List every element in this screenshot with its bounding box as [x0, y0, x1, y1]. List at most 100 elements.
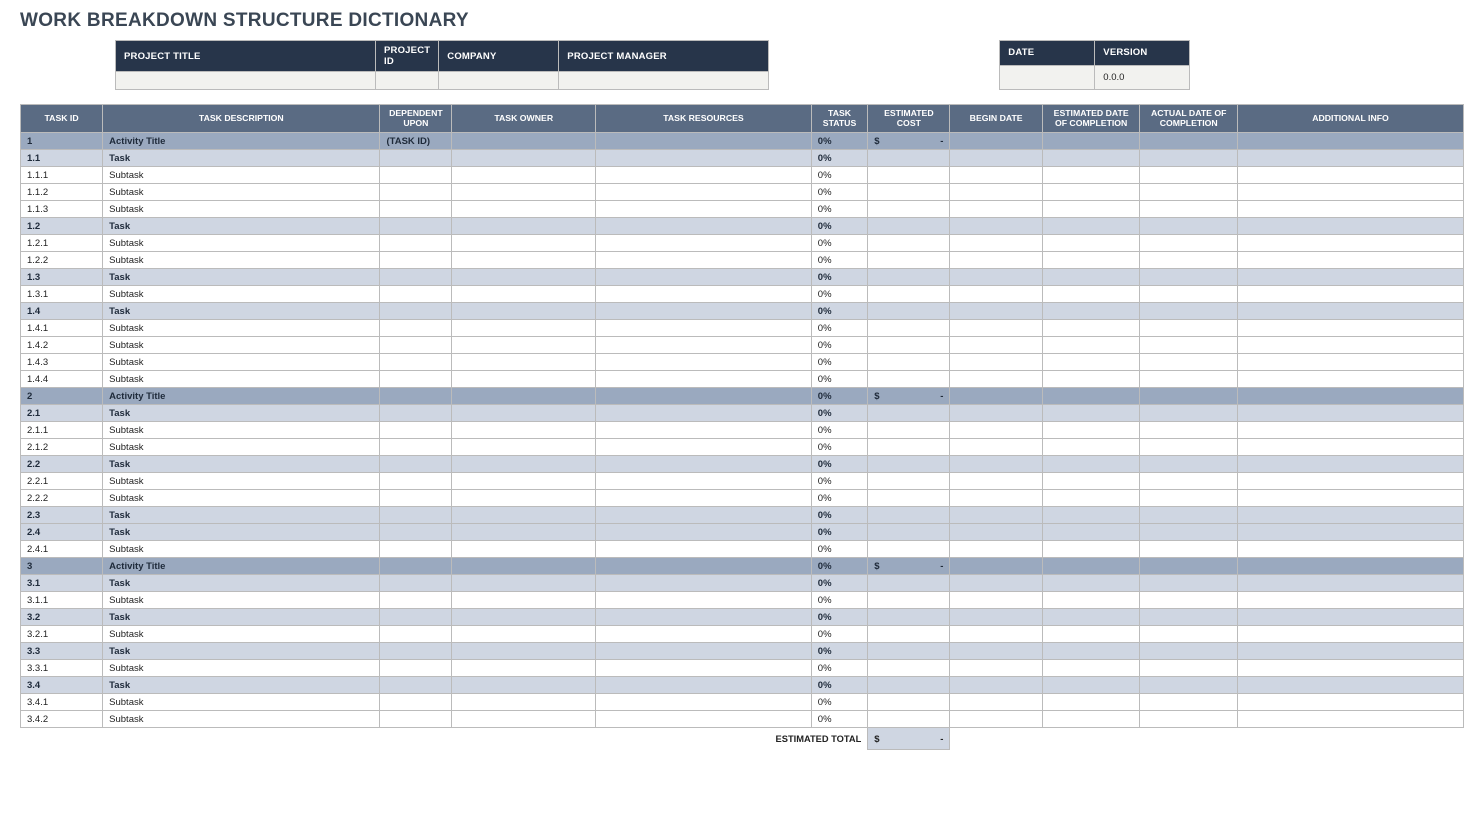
cell-act-date[interactable]: [1140, 371, 1238, 388]
cell-desc[interactable]: Subtask: [103, 660, 380, 677]
cell-est-date[interactable]: [1042, 677, 1140, 694]
cell-cost[interactable]: [868, 337, 950, 354]
cell-additional-info[interactable]: [1237, 252, 1463, 269]
cell-begin-date[interactable]: [950, 150, 1042, 167]
cell-dep[interactable]: [380, 473, 452, 490]
cell-est-date[interactable]: [1042, 456, 1140, 473]
cell-owner[interactable]: [452, 286, 596, 303]
cell-id[interactable]: 3.3.1: [21, 660, 103, 677]
cell-additional-info[interactable]: [1237, 405, 1463, 422]
cell-begin-date[interactable]: [950, 201, 1042, 218]
cell-resources[interactable]: [596, 252, 812, 269]
cell-resources[interactable]: [596, 524, 812, 541]
cell-act-date[interactable]: [1140, 541, 1238, 558]
cell-est-date[interactable]: [1042, 473, 1140, 490]
cell-status[interactable]: 0%: [811, 711, 867, 728]
cell-act-date[interactable]: [1140, 320, 1238, 337]
cell-additional-info[interactable]: [1237, 490, 1463, 507]
cell-cost[interactable]: [868, 541, 950, 558]
cell-id[interactable]: 2.1: [21, 405, 103, 422]
cell-dep[interactable]: [380, 371, 452, 388]
cell-owner[interactable]: [452, 184, 596, 201]
cell-additional-info[interactable]: [1237, 422, 1463, 439]
cell-begin-date[interactable]: [950, 660, 1042, 677]
cell-id[interactable]: 1.2: [21, 218, 103, 235]
cell-begin-date[interactable]: [950, 337, 1042, 354]
cell-id[interactable]: 2.3: [21, 507, 103, 524]
cell-id[interactable]: 1.3.1: [21, 286, 103, 303]
cell-resources[interactable]: [596, 167, 812, 184]
cell-act-date[interactable]: [1140, 269, 1238, 286]
cell-desc[interactable]: Activity Title: [103, 558, 380, 575]
cell-additional-info[interactable]: [1237, 133, 1463, 150]
cell-est-date[interactable]: [1042, 320, 1140, 337]
cell-status[interactable]: 0%: [811, 286, 867, 303]
cell-begin-date[interactable]: [950, 507, 1042, 524]
cell-cost[interactable]: [868, 286, 950, 303]
cell-desc[interactable]: Task: [103, 405, 380, 422]
cell-additional-info[interactable]: [1237, 507, 1463, 524]
cell-desc[interactable]: Task: [103, 303, 380, 320]
cell-act-date[interactable]: [1140, 490, 1238, 507]
cell-dep[interactable]: [380, 524, 452, 541]
cell-begin-date[interactable]: [950, 643, 1042, 660]
cell-begin-date[interactable]: [950, 490, 1042, 507]
cell-owner[interactable]: [452, 677, 596, 694]
cell-status[interactable]: 0%: [811, 371, 867, 388]
cell-status[interactable]: 0%: [811, 592, 867, 609]
cell-est-date[interactable]: [1042, 711, 1140, 728]
meta-value-company[interactable]: [439, 72, 559, 90]
cell-est-date[interactable]: [1042, 201, 1140, 218]
cell-owner[interactable]: [452, 201, 596, 218]
cell-desc[interactable]: Subtask: [103, 201, 380, 218]
cell-additional-info[interactable]: [1237, 660, 1463, 677]
cell-act-date[interactable]: [1140, 626, 1238, 643]
cell-dep[interactable]: [380, 592, 452, 609]
cell-dep[interactable]: [380, 609, 452, 626]
cell-begin-date[interactable]: [950, 303, 1042, 320]
cell-status[interactable]: 0%: [811, 252, 867, 269]
cell-begin-date[interactable]: [950, 711, 1042, 728]
cell-owner[interactable]: [452, 354, 596, 371]
cell-dep[interactable]: [380, 388, 452, 405]
cell-cost[interactable]: [868, 711, 950, 728]
cell-additional-info[interactable]: [1237, 150, 1463, 167]
cell-id[interactable]: 3.3: [21, 643, 103, 660]
cell-cost[interactable]: [868, 677, 950, 694]
cell-est-date[interactable]: [1042, 167, 1140, 184]
cell-est-date[interactable]: [1042, 218, 1140, 235]
cell-begin-date[interactable]: [950, 626, 1042, 643]
cell-owner[interactable]: [452, 150, 596, 167]
cell-desc[interactable]: Task: [103, 575, 380, 592]
cell-resources[interactable]: [596, 439, 812, 456]
cell-resources[interactable]: [596, 371, 812, 388]
cell-cost[interactable]: [868, 626, 950, 643]
cell-desc[interactable]: Subtask: [103, 184, 380, 201]
cell-resources[interactable]: [596, 388, 812, 405]
cell-additional-info[interactable]: [1237, 643, 1463, 660]
cell-desc[interactable]: Subtask: [103, 592, 380, 609]
cell-est-date[interactable]: [1042, 626, 1140, 643]
cell-desc[interactable]: Subtask: [103, 167, 380, 184]
cell-est-date[interactable]: [1042, 303, 1140, 320]
cell-est-date[interactable]: [1042, 405, 1140, 422]
cell-desc[interactable]: Subtask: [103, 252, 380, 269]
cell-act-date[interactable]: [1140, 150, 1238, 167]
meta-value-project-manager[interactable]: [559, 72, 769, 90]
cell-begin-date[interactable]: [950, 422, 1042, 439]
cell-est-date[interactable]: [1042, 422, 1140, 439]
cell-status[interactable]: 0%: [811, 269, 867, 286]
cell-status[interactable]: 0%: [811, 694, 867, 711]
cell-act-date[interactable]: [1140, 524, 1238, 541]
cell-act-date[interactable]: [1140, 456, 1238, 473]
cell-est-date[interactable]: [1042, 235, 1140, 252]
cell-desc[interactable]: Subtask: [103, 541, 380, 558]
cell-est-date[interactable]: [1042, 524, 1140, 541]
cell-act-date[interactable]: [1140, 422, 1238, 439]
cell-status[interactable]: 0%: [811, 575, 867, 592]
cell-dep[interactable]: [380, 507, 452, 524]
cell-desc[interactable]: Subtask: [103, 354, 380, 371]
cell-act-date[interactable]: [1140, 711, 1238, 728]
cell-est-date[interactable]: [1042, 286, 1140, 303]
cell-additional-info[interactable]: [1237, 677, 1463, 694]
